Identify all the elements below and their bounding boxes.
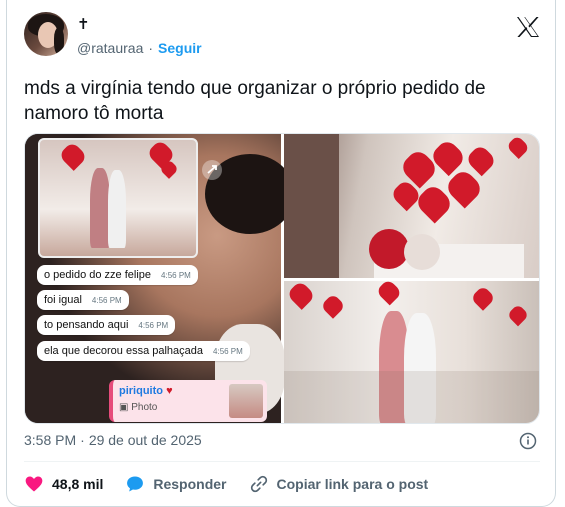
like-count: 48,8 mil — [52, 476, 104, 492]
person-shape — [108, 170, 126, 248]
balloon — [506, 303, 530, 327]
follow-button[interactable]: Seguir — [158, 40, 202, 56]
balloon — [505, 134, 531, 160]
media-bottom-right-photo[interactable] — [284, 281, 539, 423]
author-name[interactable]: ✝ — [77, 15, 90, 33]
balloon — [470, 285, 496, 311]
reply-label: Responder — [153, 476, 227, 492]
teddy-bear — [404, 234, 440, 270]
person-shape — [90, 168, 110, 248]
chat-bubble-icon — [127, 476, 144, 492]
media-grid[interactable]: o pedido do zze felipe 4:56 PM foi igual 4… — [24, 133, 540, 424]
teddy-bear — [369, 229, 409, 269]
chat-message-text: to pensando aqui — [44, 319, 129, 331]
tweet-text: mds a virgínia tendo que organizar o pró… — [24, 78, 486, 124]
copy-link-label: Copiar link para o post — [276, 476, 429, 492]
chat-message-text: foi igual — [44, 294, 82, 306]
tweet-meta: 3:58 PM · 29 de out de 2025 — [24, 432, 202, 448]
chat-photo-thumbnail — [38, 138, 198, 258]
action-bar: 48,8 mil Responder Copiar link para o po… — [24, 474, 450, 494]
chat-message-text: o pedido do zze felipe — [44, 269, 152, 281]
balloon — [464, 143, 498, 177]
author-handle-row: @rataurаa · Seguir — [77, 40, 202, 56]
media-left-photo[interactable]: o pedido do zze felipe 4:56 PM foi igual 4… — [25, 134, 295, 423]
reply-kind: ▣ Photo — [119, 402, 158, 413]
share-icon[interactable] — [201, 159, 223, 181]
chat-message-time: 4:56 PM — [161, 271, 191, 280]
reply-author: piriquito ♥ — [119, 385, 173, 397]
handle-separator: · — [148, 40, 154, 56]
avatar-hair-side — [54, 28, 64, 54]
chat-message-text: ela que decorou essa palhaçada — [44, 345, 204, 357]
link-icon — [250, 475, 267, 493]
x-logo-icon[interactable] — [516, 16, 540, 38]
author-handle[interactable]: @rataurаa — [77, 40, 143, 56]
chat-message: ela que decorou essa palhaçada 4:56 PM — [37, 341, 250, 361]
copy-link-button[interactable]: Copiar link para o post — [249, 474, 429, 494]
media-top-right-photo[interactable] — [284, 134, 539, 278]
wall-panel — [284, 134, 339, 278]
heart-icon — [25, 476, 43, 492]
chat-message-time: 4:56 PM — [91, 296, 122, 305]
tweet-time[interactable]: 3:58 PM — [24, 432, 76, 448]
reply-button[interactable]: Responder — [125, 474, 227, 494]
camera-icon: ▣ — [119, 402, 129, 413]
chat-reply-preview: piriquito ♥ ▣ Photo — [109, 380, 267, 422]
chat-message-time: 4:56 PM — [213, 347, 243, 356]
avatar[interactable] — [24, 12, 68, 56]
chat-message: o pedido do zze felipe 4:56 PM — [37, 265, 198, 285]
balloon — [320, 293, 346, 319]
info-icon[interactable] — [519, 432, 537, 450]
chat-message: foi igual 4:56 PM — [37, 290, 129, 310]
chat-message: to pensando aqui 4:56 PM — [37, 315, 176, 335]
tweet-date[interactable]: 29 de out de 2025 — [89, 432, 202, 448]
balloon — [286, 281, 316, 310]
floor-shape — [284, 371, 539, 423]
balloon — [375, 281, 403, 306]
meta-separator: · — [80, 432, 85, 448]
reply-thumbnail — [229, 384, 263, 418]
like-button[interactable]: 48,8 mil — [24, 474, 103, 494]
chat-message-time: 4:56 PM — [138, 321, 169, 330]
balloon — [58, 141, 88, 171]
divider — [24, 461, 540, 462]
